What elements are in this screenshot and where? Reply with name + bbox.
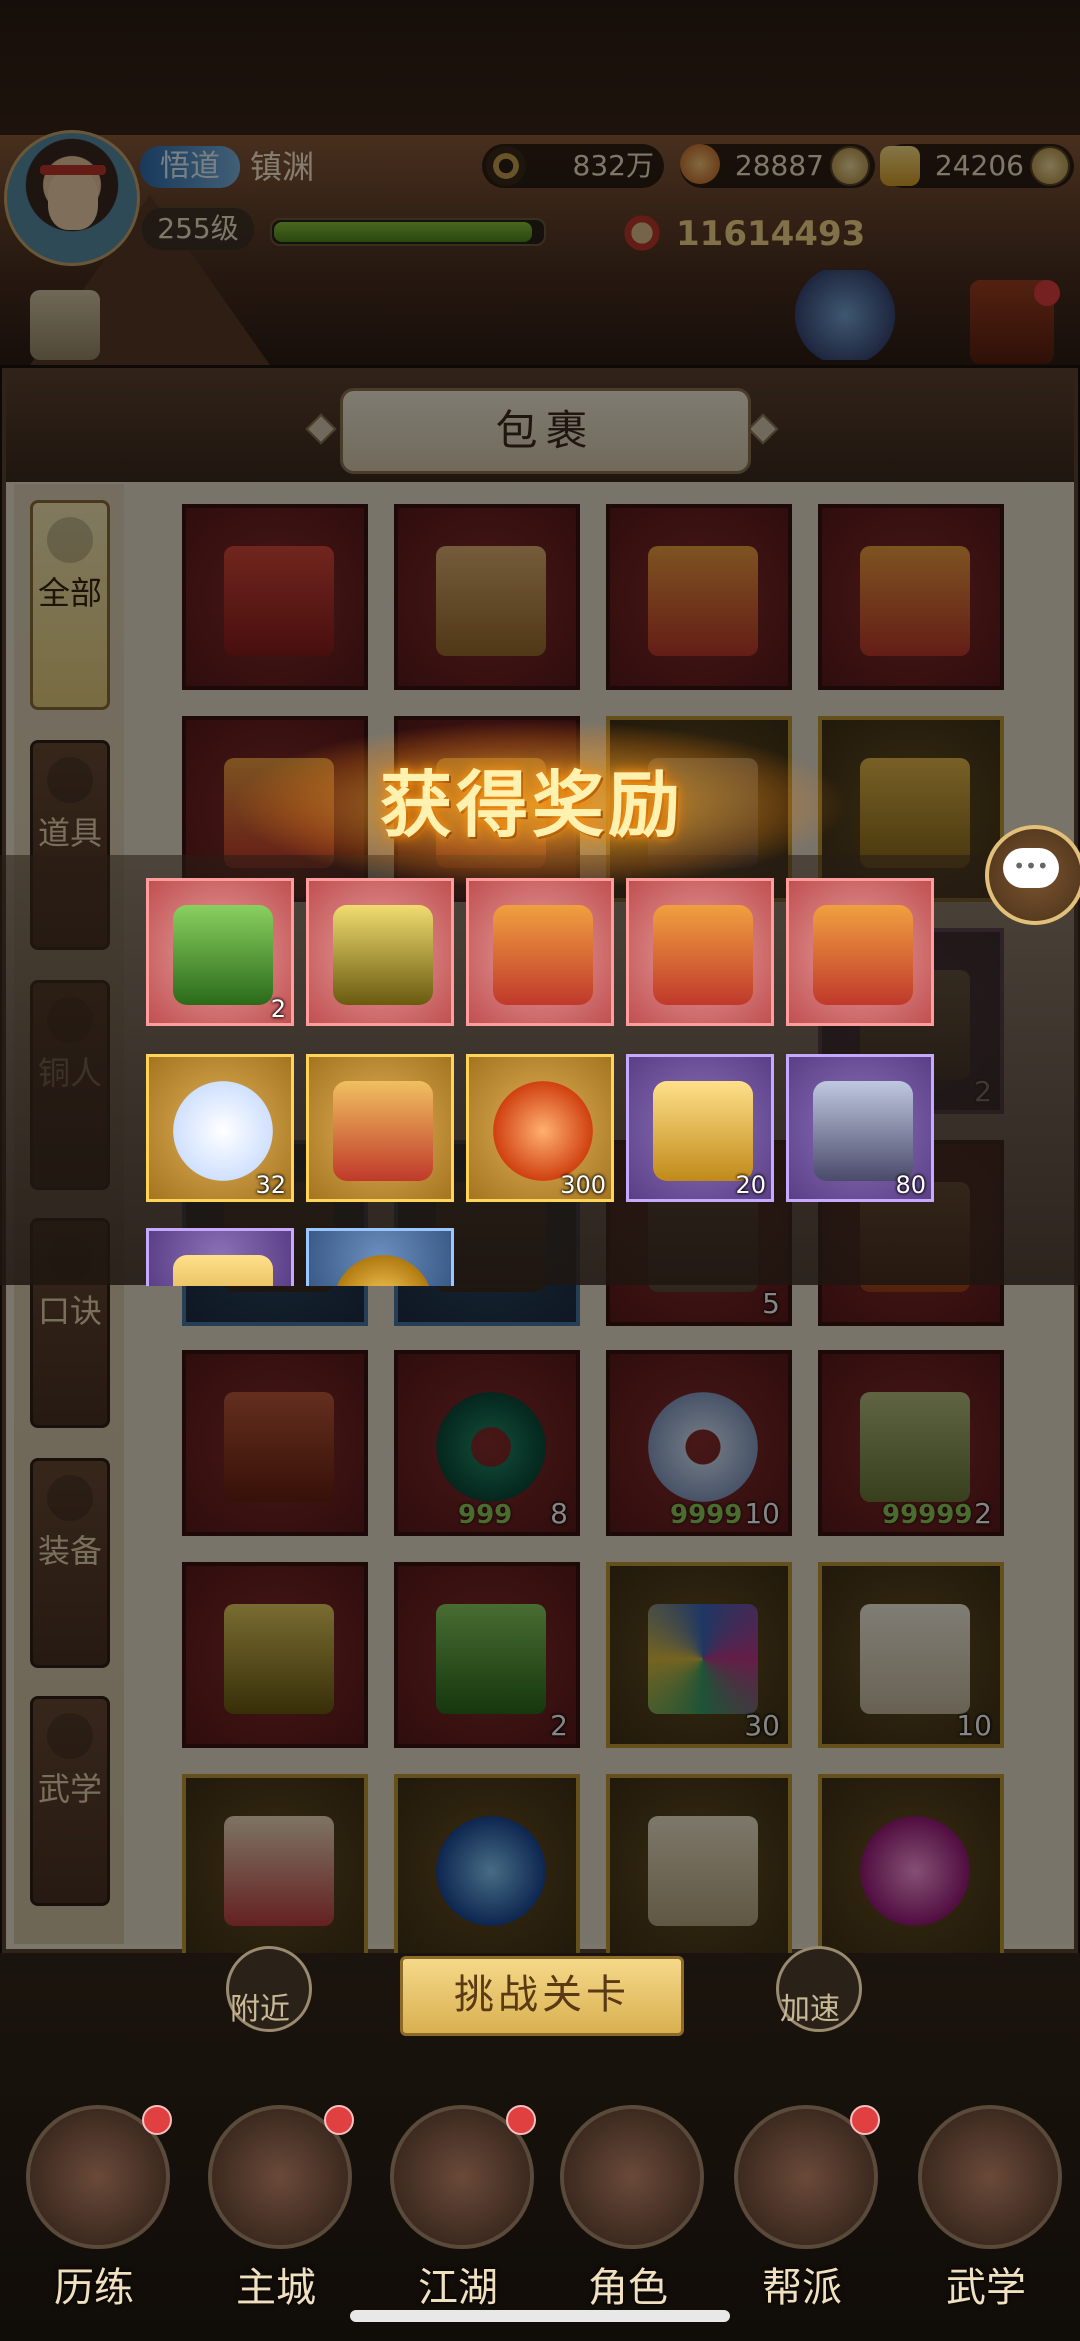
nav-item-5[interactable]: 武学 xyxy=(906,2105,1066,2311)
red-orb-icon xyxy=(493,1081,593,1181)
reward-item-slot[interactable]: 300 xyxy=(466,1054,614,1202)
nav-label: 历练 xyxy=(54,2265,134,2311)
reward-count: 2 xyxy=(270,995,286,1023)
notification-dot xyxy=(850,2105,880,2135)
notification-dot xyxy=(142,2105,172,2135)
reward-item-slot[interactable] xyxy=(306,1054,454,1202)
reward-item-slot[interactable]: 20 xyxy=(626,1054,774,1202)
green-stone-wu-icon xyxy=(173,905,273,1005)
reward-item-slot[interactable] xyxy=(466,878,614,1026)
nav-item-0[interactable]: 历练 xyxy=(14,2105,174,2311)
notification-dot xyxy=(324,2105,354,2135)
mochi-icon xyxy=(173,1081,273,1181)
nav-item-1[interactable]: 主城 xyxy=(196,2105,356,2311)
reward-item-slot[interactable] xyxy=(306,1228,454,1286)
reward-count: 80 xyxy=(895,1171,926,1199)
chat-bubble-icon: ••• xyxy=(1003,848,1059,888)
reward-item-slot[interactable]: 2 xyxy=(146,878,294,1026)
book-chest-icon xyxy=(333,1081,433,1181)
reward-item-slot[interactable] xyxy=(306,878,454,1026)
festive-gift-box-icon xyxy=(813,905,913,1005)
nav-item-4[interactable]: 帮派 xyxy=(722,2105,882,2311)
nav-item-2[interactable]: 江湖 xyxy=(378,2105,538,2311)
reward-item-slot[interactable] xyxy=(146,1228,294,1286)
gold-crystal-icon xyxy=(173,1255,273,1286)
nav-label: 武学 xyxy=(946,2265,1026,2311)
notification-dot xyxy=(506,2105,536,2135)
gold-coin-icon xyxy=(333,1255,433,1286)
nearby-label: 附近 xyxy=(230,1992,290,2027)
nav-icon xyxy=(918,2105,1062,2249)
reward-item-slot[interactable] xyxy=(626,878,774,1026)
iron-ore-icon xyxy=(813,1081,913,1181)
nav-item-3[interactable]: 角色 xyxy=(548,2105,708,2311)
speedup-label: 加速 xyxy=(780,1992,840,2027)
reward-item-slot[interactable] xyxy=(786,878,934,1026)
nav-label: 角色 xyxy=(588,2265,668,2311)
reward-count: 300 xyxy=(560,1171,606,1199)
gold-stone-shi-icon xyxy=(333,905,433,1005)
challenge-stage-button[interactable]: 挑战关卡 xyxy=(400,1956,684,2036)
nav-label: 江湖 xyxy=(418,2265,498,2311)
nav-label: 帮派 xyxy=(762,2265,842,2311)
festive-gift-box-icon xyxy=(493,905,593,1005)
nav-label: 主城 xyxy=(236,2265,316,2311)
reward-item-slot[interactable]: 80 xyxy=(786,1054,934,1202)
reward-count: 32 xyxy=(255,1171,286,1199)
reward-count: 20 xyxy=(735,1171,766,1199)
nav-icon xyxy=(560,2105,704,2249)
gold-nugget-icon xyxy=(653,1081,753,1181)
reward-title: 获得奖励 xyxy=(380,763,685,847)
reward-item-slot[interactable]: 32 xyxy=(146,1054,294,1202)
home-indicator[interactable] xyxy=(350,2310,730,2322)
festive-gift-box-icon xyxy=(653,905,753,1005)
